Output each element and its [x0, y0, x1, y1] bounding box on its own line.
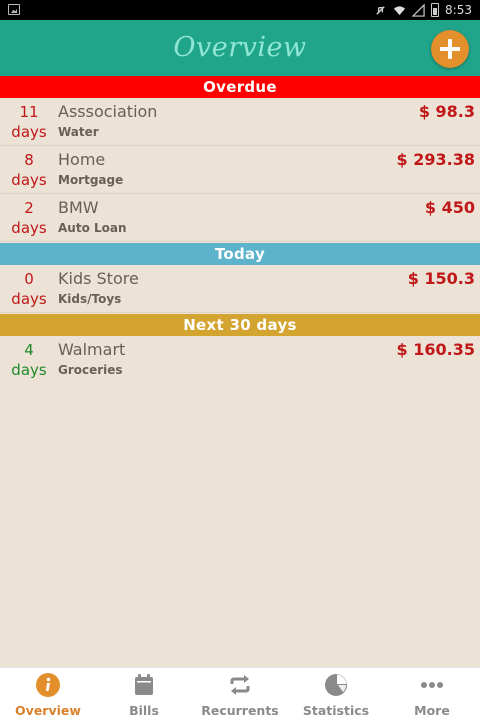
- section-header-next-30-days: Next 30 days: [0, 314, 480, 336]
- days-count: 0: [24, 270, 34, 288]
- bill-amount: $ 160.35: [396, 340, 475, 359]
- info-icon: [36, 673, 60, 697]
- tab-label: Overview: [15, 703, 81, 718]
- days-unit: days: [11, 123, 47, 141]
- bill-amount: $ 293.38: [396, 150, 475, 169]
- tab-label: Bills: [129, 703, 159, 718]
- bottom-tab-bar: Overview Bills Recurrents Statistics Mor…: [0, 667, 480, 720]
- more-dots-icon: [421, 682, 443, 688]
- tab-recurrents[interactable]: Recurrents: [192, 668, 288, 720]
- wifi-icon: [393, 5, 406, 15]
- days-unit: days: [11, 171, 47, 189]
- bill-amount: $ 98.3: [418, 102, 475, 121]
- tab-label: Recurrents: [201, 703, 279, 718]
- mute-icon: [376, 5, 385, 15]
- calendar-icon: [135, 674, 153, 695]
- bill-category: Kids/Toys: [58, 292, 122, 306]
- bill-name: BMW: [58, 198, 99, 217]
- tab-more[interactable]: More: [384, 668, 480, 720]
- tab-bills[interactable]: Bills: [96, 668, 192, 720]
- tab-label: More: [414, 703, 450, 718]
- bill-category: Mortgage: [58, 173, 124, 187]
- bill-amount: $ 150.3: [407, 269, 475, 288]
- bill-name: Walmart: [58, 340, 126, 359]
- bill-name: Home: [58, 150, 106, 169]
- days-count: 4: [24, 341, 34, 359]
- status-icons: 8:53: [374, 2, 472, 18]
- status-time: 8:53: [445, 3, 472, 17]
- app-bar: Overview: [0, 20, 480, 76]
- section-header-overdue: Overdue: [0, 76, 480, 98]
- pie-chart-icon: [325, 674, 347, 696]
- bill-name: Kids Store: [58, 269, 139, 288]
- bill-amount: $ 450: [424, 198, 475, 217]
- bill-category: Auto Loan: [58, 221, 127, 235]
- days-unit: days: [11, 290, 47, 308]
- days-count: 2: [24, 199, 34, 217]
- section-header-today: Today: [0, 243, 480, 265]
- status-bar: 8:53: [0, 0, 480, 20]
- bill-row[interactable]: 2 days BMW Auto Loan $ 450: [0, 194, 480, 242]
- bill-row[interactable]: 0 days Kids Store Kids/Toys $ 150.3: [0, 265, 480, 313]
- tab-overview[interactable]: Overview: [0, 668, 96, 720]
- tab-label: Statistics: [302, 703, 370, 718]
- page-title: Overview: [173, 32, 307, 63]
- signal-icon: [412, 3, 425, 17]
- days-count: 11: [19, 103, 39, 121]
- gallery-notification-icon: [8, 4, 20, 15]
- repeat-icon: [230, 675, 250, 695]
- tab-statistics[interactable]: Statistics: [288, 668, 384, 720]
- bill-category: Water: [58, 125, 99, 139]
- bill-name: Asssociation: [58, 102, 158, 121]
- days-count: 8: [24, 151, 34, 169]
- add-bill-button[interactable]: [431, 30, 469, 68]
- bill-category: Groceries: [58, 363, 123, 377]
- bill-row[interactable]: 11 days Asssociation Water $ 98.3: [0, 98, 480, 146]
- bill-row[interactable]: 4 days Walmart Groceries $ 160.35: [0, 336, 480, 384]
- days-unit: days: [11, 219, 47, 237]
- bill-row[interactable]: 8 days Home Mortgage $ 293.38: [0, 146, 480, 194]
- days-unit: days: [11, 361, 47, 379]
- battery-icon: [431, 3, 440, 17]
